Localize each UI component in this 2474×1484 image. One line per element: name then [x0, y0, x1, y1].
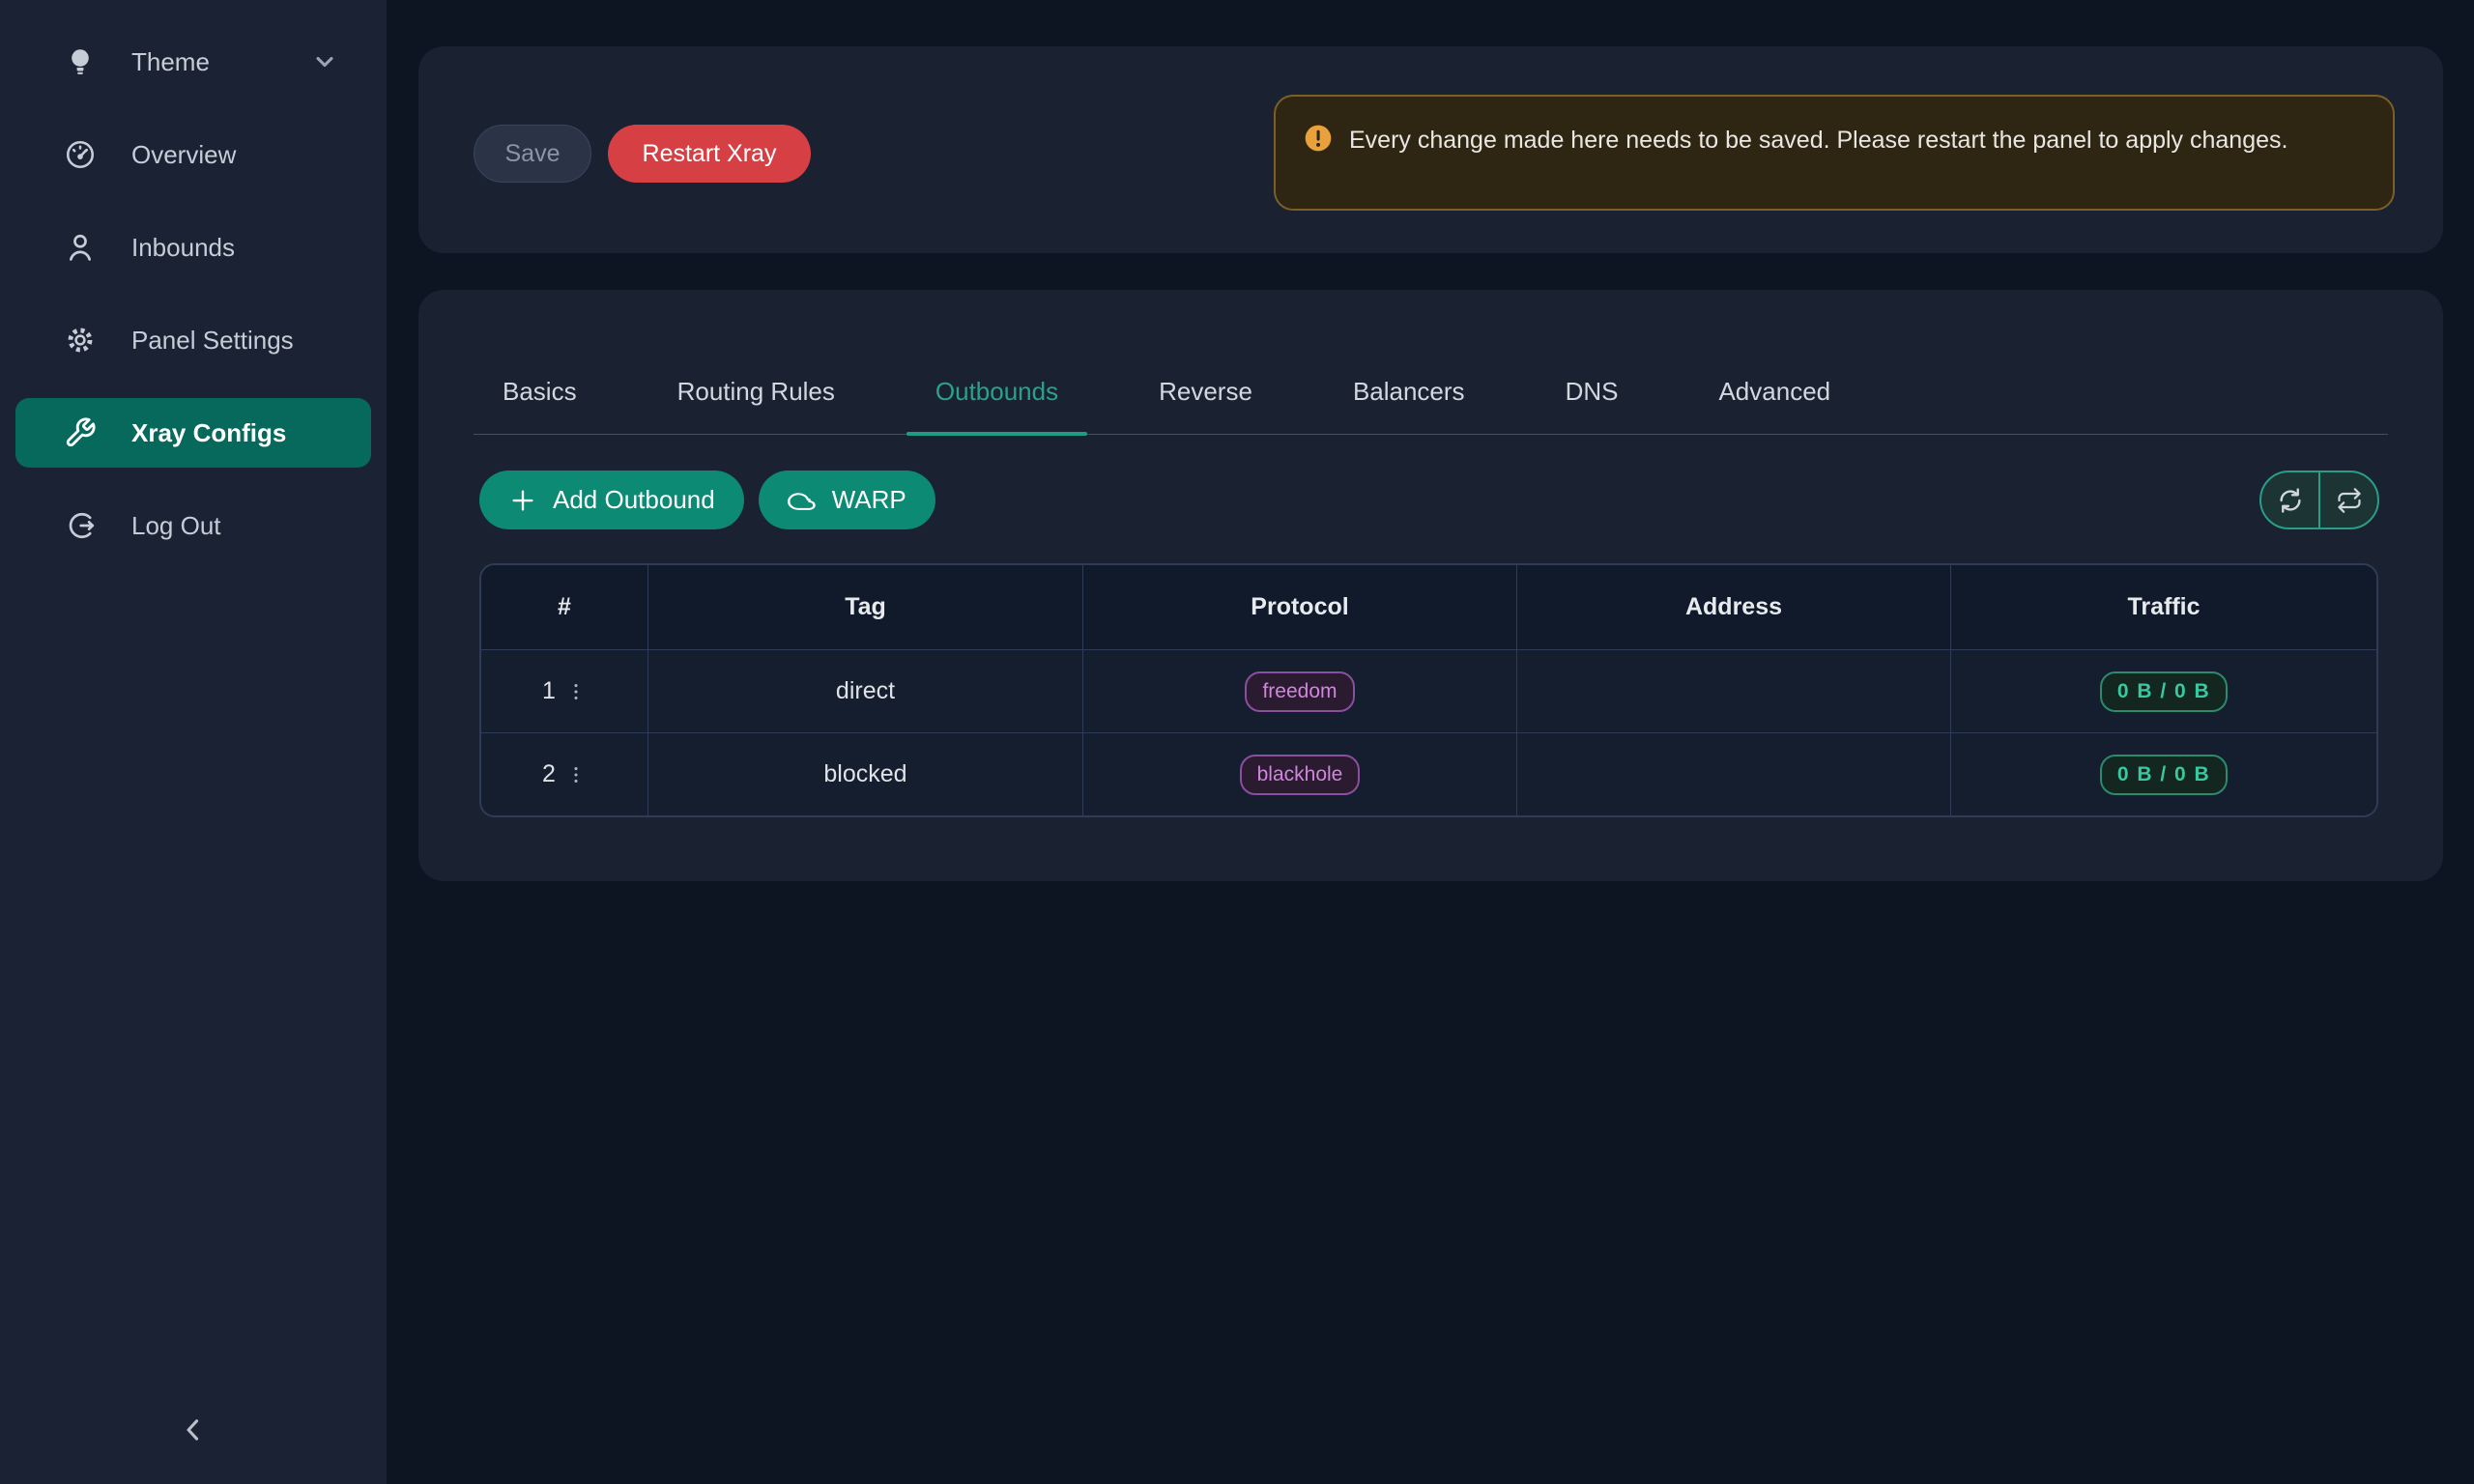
logout-icon	[64, 509, 97, 542]
sidebar: Theme Overview	[0, 0, 387, 1484]
tab-dns[interactable]: DNS	[1537, 377, 1648, 434]
wrench-icon	[64, 416, 97, 449]
repeat-icon	[2336, 487, 2363, 514]
row-index-cell: 1	[481, 650, 648, 732]
outbounds-table: # Tag Protocol Address Traffic 1 direct	[479, 563, 2378, 817]
sidebar-item-log-out[interactable]: Log Out	[15, 491, 371, 560]
row-traffic-cell: 0 B / 0 B	[1951, 650, 2376, 732]
row-menu-button[interactable]	[565, 681, 587, 702]
row-index: 1	[542, 677, 556, 705]
theme-selector[interactable]: Theme	[15, 27, 371, 97]
column-header-address: Address	[1517, 565, 1951, 649]
column-header-tag: Tag	[648, 565, 1083, 649]
refresh-button[interactable]	[2261, 472, 2318, 528]
table-row: 2 blocked blackhole 0 B / 0 B	[481, 732, 2376, 815]
sidebar-item-label: Panel Settings	[131, 326, 294, 356]
row-traffic-cell: 0 B / 0 B	[1951, 733, 2376, 815]
restart-xray-button[interactable]: Restart Xray	[608, 125, 811, 183]
outbounds-toolbar: Add Outbound WARP	[479, 471, 2379, 529]
add-outbound-button[interactable]: Add Outbound	[479, 471, 744, 529]
row-address	[1517, 733, 1951, 815]
row-index-cell: 2	[481, 733, 648, 815]
traffic-badge: 0 B / 0 B	[2100, 755, 2228, 795]
column-header-traffic: Traffic	[1951, 565, 2376, 649]
protocol-badge: freedom	[1245, 671, 1354, 712]
sidebar-item-inbounds[interactable]: Inbounds	[15, 213, 371, 282]
table-header-row: # Tag Protocol Address Traffic	[481, 565, 2376, 649]
row-tag: blocked	[648, 733, 1083, 815]
user-icon	[64, 231, 97, 264]
xray-config-card: Basics Routing Rules Outbounds Reverse B…	[418, 290, 2443, 881]
tab-routing-rules[interactable]: Routing Rules	[648, 377, 864, 434]
traffic-badge: 0 B / 0 B	[2100, 671, 2228, 712]
table-refresh-group	[2259, 471, 2379, 529]
row-protocol-cell: freedom	[1083, 650, 1517, 732]
sidebar-nav: Overview Inbounds Panel Settings	[0, 120, 387, 560]
row-menu-button[interactable]	[565, 764, 587, 785]
column-header-protocol: Protocol	[1083, 565, 1517, 649]
sidebar-item-label: Log Out	[131, 511, 221, 541]
sidebar-item-overview[interactable]: Overview	[15, 120, 371, 189]
add-outbound-label: Add Outbound	[553, 485, 715, 515]
tab-basics[interactable]: Basics	[474, 377, 606, 434]
lightbulb-icon	[64, 45, 97, 78]
config-tabs: Basics Routing Rules Outbounds Reverse B…	[474, 365, 2388, 435]
main-content: Save Restart Xray Every change made here…	[387, 0, 2474, 1484]
row-tag: direct	[648, 650, 1083, 732]
chevron-left-icon	[177, 1413, 210, 1446]
cloud-icon	[788, 486, 817, 515]
actions-card: Save Restart Xray Every change made here…	[418, 46, 2443, 253]
kebab-icon	[565, 681, 587, 702]
refresh-icon	[2276, 486, 2305, 515]
tab-balancers[interactable]: Balancers	[1324, 377, 1494, 434]
row-address	[1517, 650, 1951, 732]
warning-icon	[1303, 123, 1334, 154]
plus-icon	[508, 486, 537, 515]
warp-label: WARP	[832, 485, 906, 515]
sidebar-item-label: Inbounds	[131, 233, 235, 263]
gear-icon	[64, 324, 97, 357]
save-button[interactable]: Save	[474, 125, 591, 183]
reload-button[interactable]	[2318, 472, 2377, 528]
sidebar-item-label: Overview	[131, 140, 236, 170]
restart-warning-alert: Every change made here needs to be saved…	[1274, 95, 2395, 211]
kebab-icon	[565, 764, 587, 785]
column-header-index: #	[481, 565, 648, 649]
protocol-badge: blackhole	[1240, 755, 1361, 795]
theme-label: Theme	[131, 47, 210, 77]
gauge-icon	[64, 138, 97, 171]
warp-button[interactable]: WARP	[759, 471, 935, 529]
sidebar-item-xray-configs[interactable]: Xray Configs	[15, 398, 371, 468]
row-index: 2	[542, 760, 556, 788]
sidebar-item-label: Xray Configs	[131, 418, 286, 448]
chevron-down-icon	[311, 48, 338, 75]
table-row: 1 direct freedom 0 B / 0 B	[481, 649, 2376, 732]
tab-outbounds[interactable]: Outbounds	[906, 377, 1087, 434]
warning-text: Every change made here needs to be saved…	[1349, 120, 2287, 160]
sidebar-item-panel-settings[interactable]: Panel Settings	[15, 305, 371, 375]
row-protocol-cell: blackhole	[1083, 733, 1517, 815]
tab-reverse[interactable]: Reverse	[1130, 377, 1281, 434]
sidebar-collapse-button[interactable]	[164, 1401, 222, 1459]
tab-advanced[interactable]: Advanced	[1689, 377, 1859, 434]
